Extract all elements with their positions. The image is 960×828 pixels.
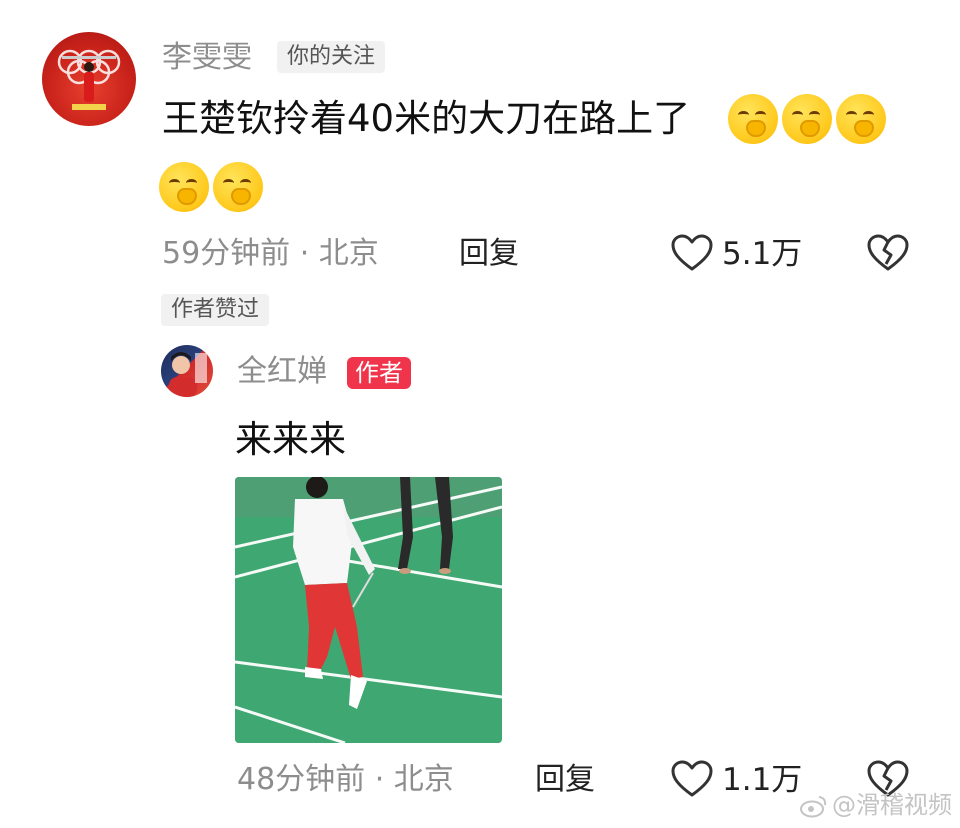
following-tag: 你的关注 <box>277 41 386 73</box>
emoji-group <box>159 162 267 212</box>
author-liked-tag: 作者赞过 <box>161 294 270 326</box>
comment-time-location: 59分钟前 · 北京 <box>162 236 379 271</box>
weibo-logo-icon <box>800 796 827 818</box>
olympic-rings-avatar-image <box>57 49 121 110</box>
like-count: 1.1万 <box>722 762 803 798</box>
author-badge: 作者 <box>347 357 411 389</box>
like-count: 5.1万 <box>722 236 803 272</box>
comment-author-name[interactable]: 李雯雯 <box>162 38 252 78</box>
reply-time-location: 48分钟前 · 北京 <box>237 762 454 797</box>
watermark: @滑稽视频 <box>800 790 952 820</box>
hand-over-mouth-emoji-icon <box>159 162 209 212</box>
athlete-avatar-image <box>169 352 207 397</box>
badminton-court-image <box>235 477 502 743</box>
avatar[interactable] <box>161 345 213 397</box>
hand-over-mouth-emoji-icon <box>836 94 886 144</box>
comment-text: 王楚钦拎着40米的大刀在路上了 <box>162 97 691 140</box>
hand-over-mouth-emoji-icon <box>728 94 778 144</box>
reply-button[interactable]: 回复 <box>459 234 519 274</box>
reply-text: 来来来 <box>235 418 346 461</box>
reply-video-thumbnail[interactable] <box>235 477 502 743</box>
hand-over-mouth-emoji-icon <box>213 162 263 212</box>
dislike-broken-heart-icon[interactable] <box>866 233 910 273</box>
watermark-text: @滑稽视频 <box>832 791 952 819</box>
emoji-group <box>728 94 890 144</box>
reply-author-name[interactable]: 全红婵 <box>237 352 327 392</box>
reply-button[interactable]: 回复 <box>535 760 595 800</box>
avatar[interactable] <box>42 32 136 126</box>
hand-over-mouth-emoji-icon <box>782 94 832 144</box>
like-heart-icon[interactable] <box>670 759 714 799</box>
like-heart-icon[interactable] <box>670 233 714 273</box>
